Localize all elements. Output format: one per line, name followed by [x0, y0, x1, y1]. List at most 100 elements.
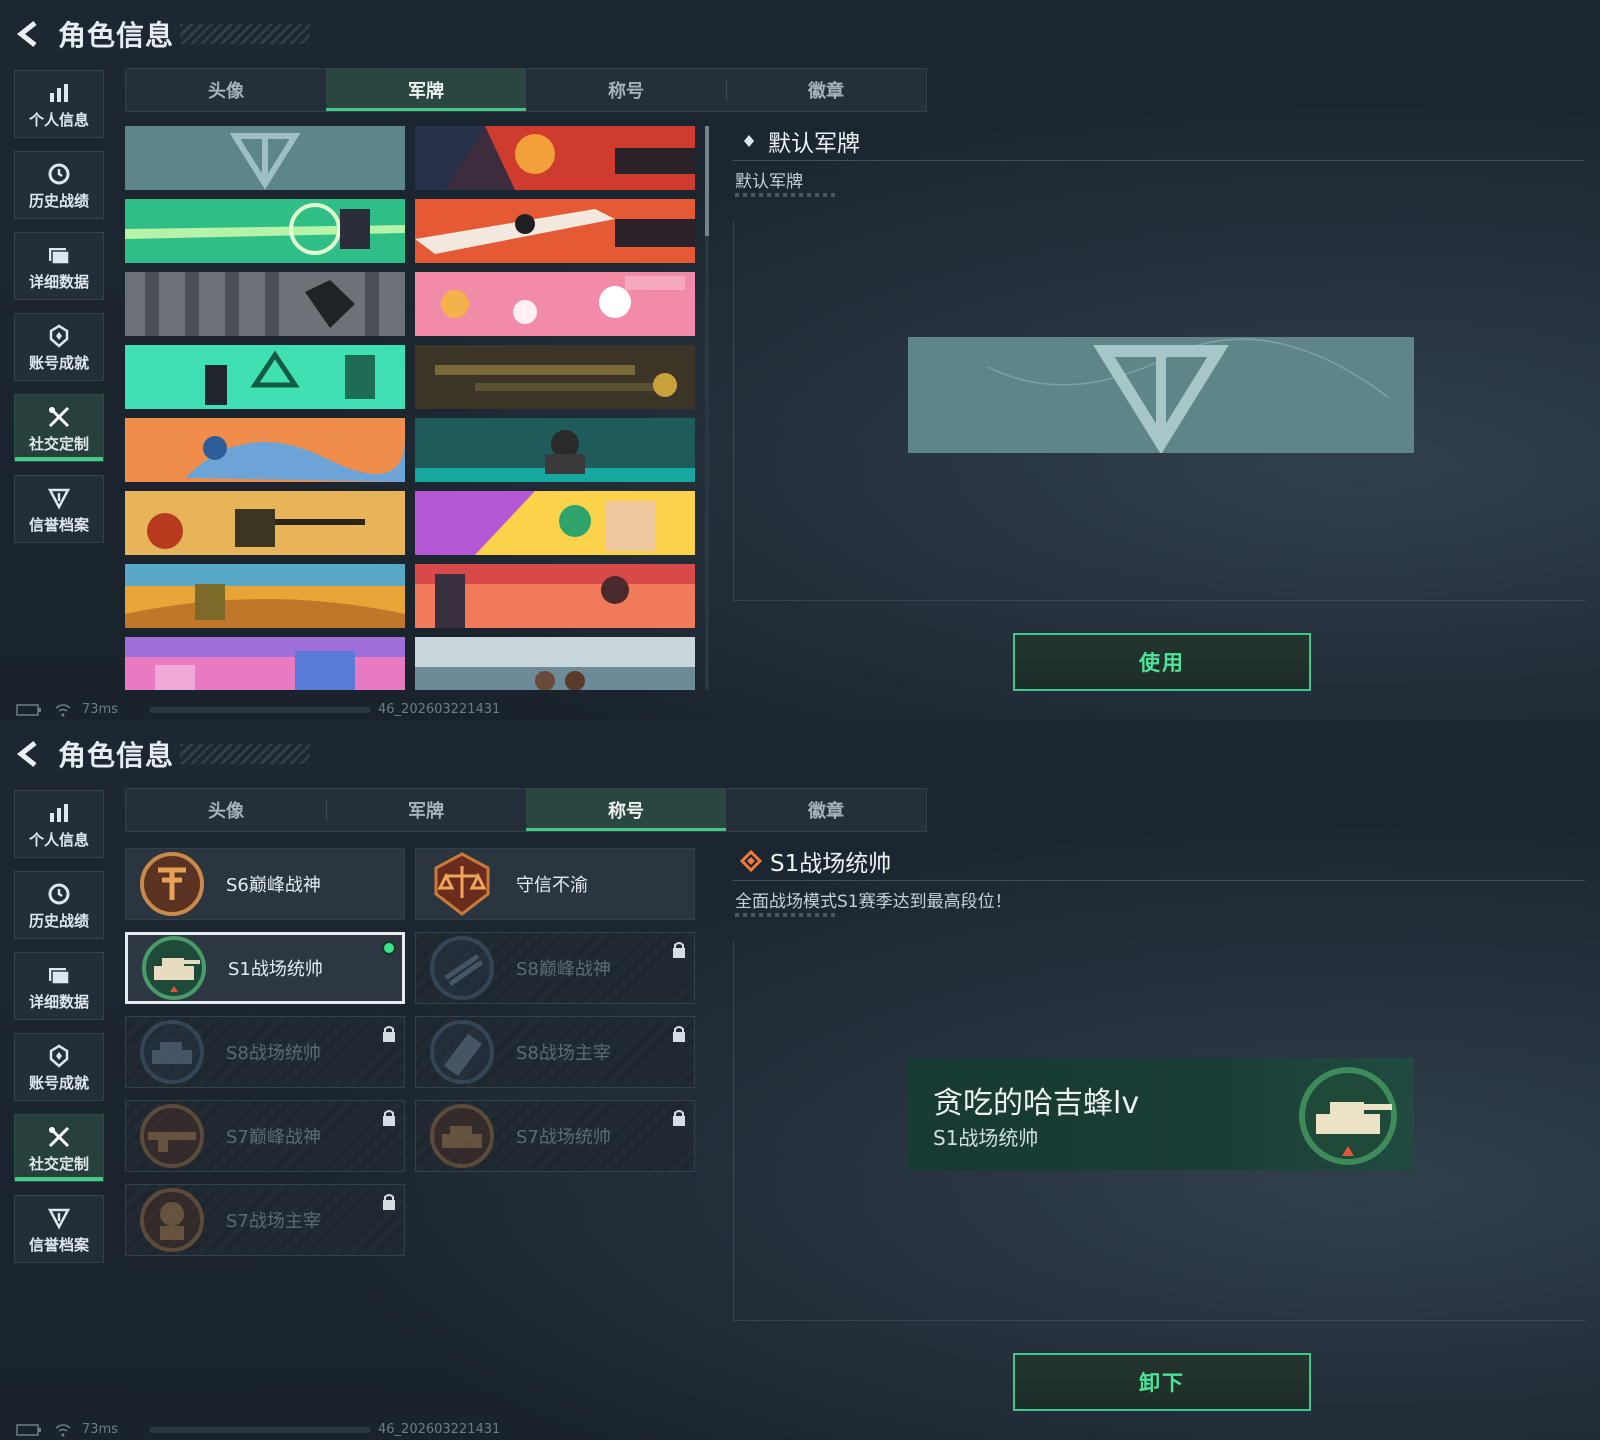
dogtag-green-blade[interactable] [125, 199, 405, 263]
detail-title: 默认军牌 [740, 124, 860, 158]
dogtag-teal-characters[interactable] [125, 345, 405, 409]
desert-sculpture-art-icon [125, 564, 405, 628]
title-card[interactable]: S8战场主宰 [415, 1016, 695, 1088]
dogtag-pink-city[interactable] [125, 637, 405, 690]
sidebar-item-label: 详细数据 [28, 272, 89, 291]
tab-avatar[interactable]: 头像 [126, 69, 326, 111]
build-text: 46_202603221431 [378, 702, 501, 717]
dogtag-sunset-girl[interactable] [415, 564, 695, 628]
dogtag-seaside[interactable] [415, 637, 695, 690]
title-card[interactable]: S8巅峰战神 [415, 932, 695, 1004]
tools-icon [48, 406, 70, 427]
speed-pistol-art-icon [415, 199, 695, 263]
sidebar-item-history[interactable]: 历史战绩 [14, 871, 104, 939]
tab-title[interactable]: 称号 [526, 789, 726, 831]
divider [733, 160, 1585, 161]
sidebar-item-label: 详细数据 [28, 992, 89, 1011]
status-bar: 73ms 46_202603221431 [16, 702, 500, 717]
sidebar-item-detailed-data[interactable]: 详细数据 [14, 232, 104, 300]
build-text: 46_202603221431 [378, 1422, 501, 1437]
player-name: 贪吃的哈吉蜂lv [933, 1086, 1140, 1121]
dogtag-orange-blue-lady[interactable] [125, 418, 405, 482]
category-tabs: 头像 军牌 称号 徽章 [125, 788, 927, 832]
default-dogtag-logo-icon [125, 126, 405, 190]
orange-blue-art-icon [125, 418, 405, 482]
shield-icon [47, 1208, 71, 1230]
dogtag-pink-cats[interactable] [415, 272, 695, 336]
unequip-button[interactable]: 卸下 [1013, 1353, 1311, 1411]
sidebar-item-social-custom[interactable]: 社交定制 [14, 1114, 104, 1182]
green-blade-art-icon [125, 199, 405, 263]
sidebar-item-personal-info[interactable]: 个人信息 [14, 70, 104, 138]
use-button[interactable]: 使用 [1013, 633, 1311, 691]
title-card[interactable]: 守信不渝 [415, 848, 695, 920]
sidebar-item-label: 账号成就 [28, 1073, 89, 1092]
sidebar-item-social-custom[interactable]: 社交定制 [14, 394, 104, 462]
tab-dogtag[interactable]: 军牌 [326, 789, 526, 831]
title-card[interactable]: S6巅峰战神 [125, 848, 405, 920]
pink-city-art-icon [125, 637, 405, 690]
tank-emblem-icon [140, 1020, 204, 1084]
scrollbar-thumb[interactable] [705, 126, 709, 236]
sidebar-item-detailed-data[interactable]: 详细数据 [14, 952, 104, 1020]
detail-decoration [735, 193, 835, 197]
title-grid: S6巅峰战神 守信不渝 S1战场统帅 S8巅峰战神 S8战场统帅 S8战场主宰 [125, 848, 695, 1256]
page-header: 角色信息 [14, 734, 311, 774]
explosion-art-icon [415, 126, 695, 190]
dogtag-weapons-table[interactable] [415, 345, 695, 409]
title-card[interactable]: S7战场统帅 [415, 1100, 695, 1172]
sidebar-item-label: 个人信息 [28, 110, 89, 129]
title-card[interactable]: S8战场统帅 [125, 1016, 405, 1088]
sidebar-item-label: 账号成就 [28, 353, 89, 372]
title-panel: 角色信息 个人信息 历史战绩 详细数据 账号成就 社交定制 信誉档案 头像 军牌… [0, 720, 1600, 1440]
dogtag-explosion-rocket[interactable] [415, 126, 695, 190]
battery-icon [16, 703, 41, 716]
sidebar-item-achievements[interactable]: 账号成就 [14, 313, 104, 381]
tab-avatar[interactable]: 头像 [126, 789, 326, 831]
tab-dogtag[interactable]: 军牌 [326, 69, 526, 111]
title-name: S8战场统帅 [226, 1043, 321, 1064]
wifi-icon [55, 703, 71, 716]
header-decoration [180, 744, 311, 764]
sidebar-item-history[interactable]: 历史战绩 [14, 151, 104, 219]
dogtag-speed-pistol[interactable] [415, 199, 695, 263]
header-decoration [180, 24, 311, 44]
sidebar-item-personal-info[interactable]: 个人信息 [14, 790, 104, 858]
sidebar-item-label: 信誉档案 [28, 515, 89, 534]
desert-soldiers-art-icon [125, 491, 405, 555]
player-title: S1战场统帅 [933, 1126, 1039, 1150]
sidebar-item-reputation[interactable]: 信誉档案 [14, 1195, 104, 1263]
sidebar-item-label: 历史战绩 [28, 911, 89, 930]
title-name: S7战场主宰 [226, 1211, 321, 1232]
tab-badge[interactable]: 徽章 [726, 789, 926, 831]
weapons-table-art-icon [415, 345, 695, 409]
building-emblem-icon [430, 1020, 494, 1084]
back-button[interactable] [14, 19, 44, 49]
teal-characters-art-icon [125, 345, 405, 409]
dogtag-desert-soldiers[interactable] [125, 491, 405, 555]
back-arrow-icon [16, 741, 37, 767]
dogtag-dark-teal-soldier[interactable] [415, 418, 695, 482]
title-card[interactable]: S7巅峰战神 [125, 1100, 405, 1172]
tab-badge[interactable]: 徽章 [726, 69, 926, 111]
dogtag-music-boy[interactable] [415, 491, 695, 555]
detail-title-text: S1战场统帅 [770, 851, 892, 877]
tools-icon [48, 1126, 70, 1147]
lock-icon [383, 1194, 395, 1210]
divider [733, 880, 1585, 881]
back-button[interactable] [14, 739, 44, 769]
title-card[interactable]: S7战场主宰 [125, 1184, 405, 1256]
sidebar-item-label: 社交定制 [28, 434, 89, 453]
orange-diamond-icon [740, 850, 762, 872]
dogtag-desert-sculpture[interactable] [125, 564, 405, 628]
sidebar-item-reputation[interactable]: 信誉档案 [14, 475, 104, 543]
tab-title[interactable]: 称号 [526, 69, 726, 111]
title-card[interactable]: S1战场统帅 [125, 932, 405, 1004]
dogtag-default[interactable] [125, 126, 405, 190]
dogtag-metal-logo[interactable] [125, 272, 405, 336]
status-decoration [150, 1427, 370, 1433]
dogtag-scrollbar[interactable] [705, 126, 709, 690]
folder-icon [49, 967, 70, 985]
diamond-bullet-icon [744, 135, 754, 147]
sidebar-item-achievements[interactable]: 账号成就 [14, 1033, 104, 1101]
